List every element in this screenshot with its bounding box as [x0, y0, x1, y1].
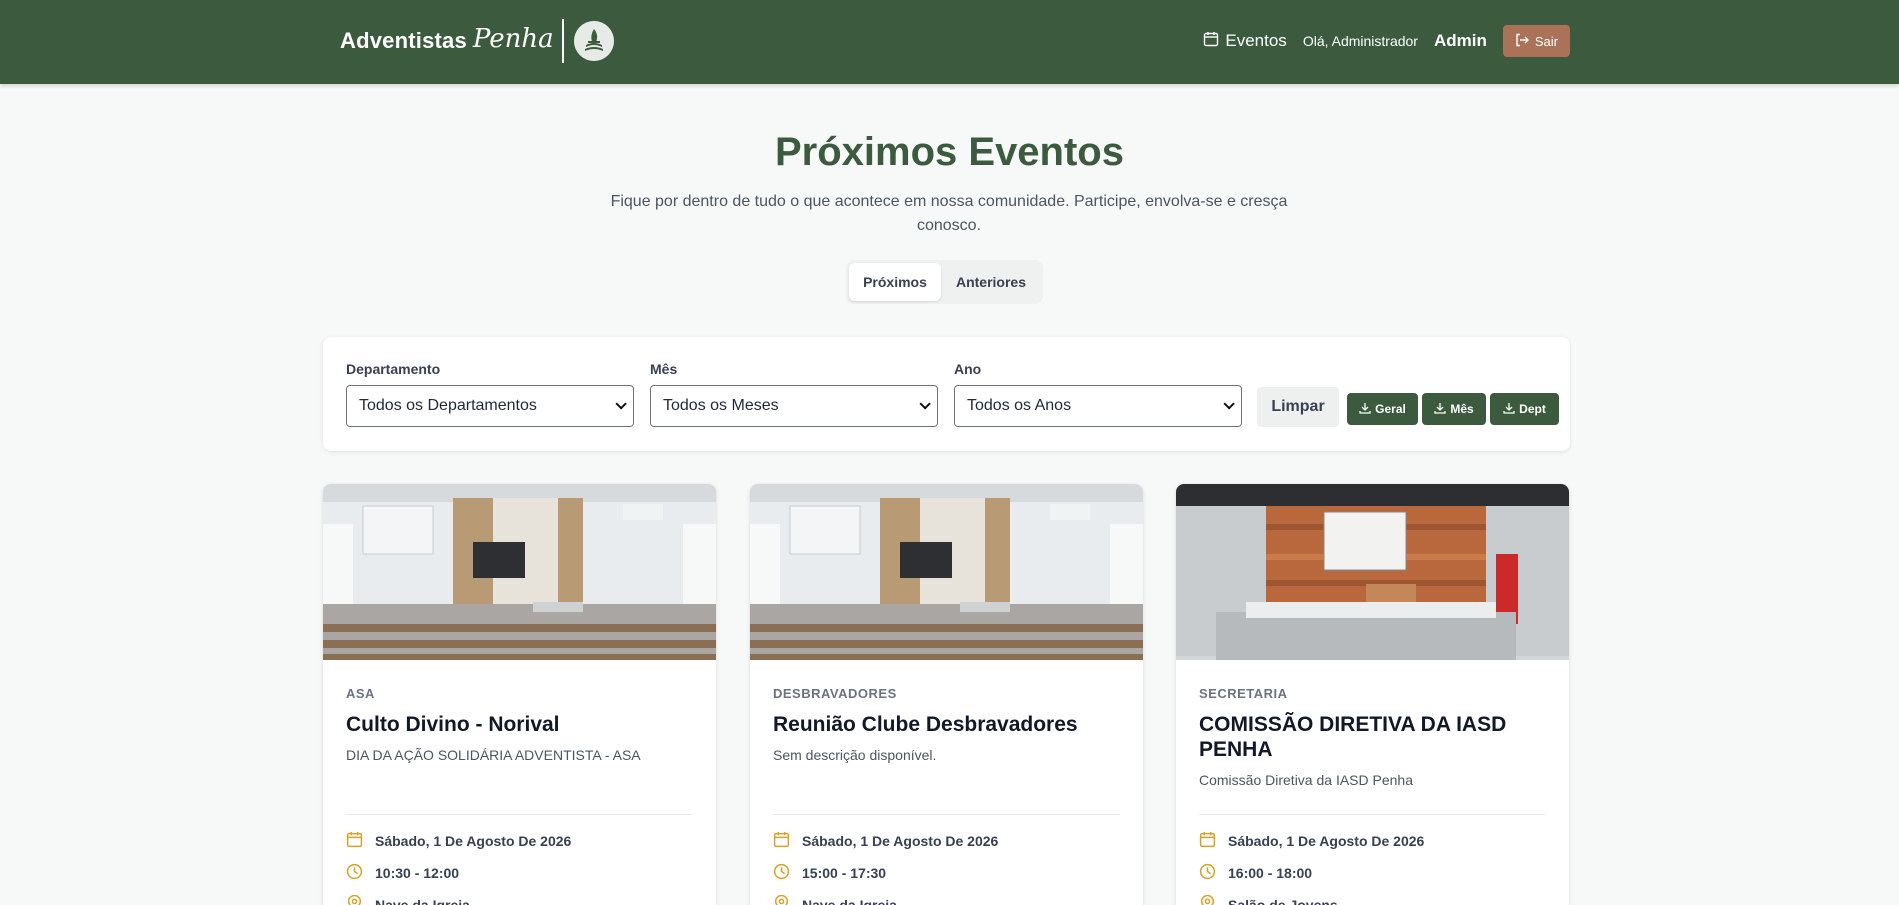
clock-icon [1199, 863, 1216, 883]
download-dept-button[interactable]: Dept [1490, 393, 1559, 425]
event-card[interactable]: DESBRAVADORES Reunião Clube Desbravadore… [750, 484, 1143, 905]
tab-past[interactable]: Anteriores [943, 263, 1039, 301]
chevron-down-icon [615, 398, 627, 410]
event-time: 15:00 - 17:30 [773, 863, 886, 883]
map-pin-icon [773, 894, 790, 905]
calendar-icon [1199, 831, 1216, 851]
download-general-label: Geral [1375, 402, 1406, 416]
nav-admin-link[interactable]: Admin [1434, 31, 1487, 51]
department-select[interactable]: Todos os Departamentos [346, 385, 634, 427]
month-select[interactable]: Todos os Meses [650, 385, 938, 427]
event-department: SECRETARIA [1199, 686, 1288, 701]
top-navbar: Adventistas Penha Eventos Olá, Administr… [0, 0, 1899, 84]
event-title: Culto Divino - Norival [346, 713, 560, 736]
logout-icon [1515, 33, 1529, 50]
clock-icon [773, 863, 790, 883]
event-time: 10:30 - 12:00 [346, 863, 459, 883]
year-select[interactable]: Todos os Anos [954, 385, 1242, 427]
download-icon [1359, 402, 1371, 417]
user-greeting: Olá, Administrador [1302, 33, 1418, 49]
adventist-logo-icon [573, 21, 614, 61]
page-subtitle: Fique por dentro de tudo o que acontece … [610, 193, 1288, 234]
filters-panel: Departamento Todos os Departamentos Mês … [323, 337, 1570, 451]
download-month-label: Mês [1450, 402, 1474, 416]
clock-icon [346, 863, 363, 883]
event-location-text: Nave da Igreja [375, 897, 470, 905]
department-filter: Departamento Todos os Departamentos [346, 361, 634, 427]
event-department: DESBRAVADORES [773, 686, 897, 701]
event-time-text: 16:00 - 18:00 [1228, 865, 1313, 881]
event-date: Sábado, 1 De Agosto De 2026 [346, 831, 571, 851]
event-card[interactable]: ASA Culto Divino - Norival DIA DA AÇÃO S… [323, 484, 716, 905]
month-filter-label: Mês [650, 361, 678, 377]
card-divider [773, 814, 1120, 815]
event-date-text: Sábado, 1 De Agosto De 2026 [1228, 833, 1425, 849]
event-time-text: 10:30 - 12:00 [375, 865, 460, 881]
year-select-value: Todos os Anos [967, 397, 1072, 414]
map-pin-icon [346, 894, 363, 905]
map-pin-icon [1199, 894, 1216, 905]
month-filter: Mês Todos os Meses [650, 361, 938, 427]
event-date-text: Sábado, 1 De Agosto De 2026 [375, 833, 572, 849]
event-location: Nave da Igreja [773, 894, 897, 905]
brand-script-name: Penha [472, 24, 554, 54]
event-period-tabs: Próximos Anteriores [846, 260, 1043, 304]
logout-button[interactable]: Sair [1502, 25, 1570, 57]
calendar-icon [773, 831, 790, 851]
event-date-text: Sábado, 1 De Agosto De 2026 [802, 833, 999, 849]
logout-label: Sair [1534, 33, 1558, 49]
event-title: Reunião Clube Desbravadores [773, 713, 1078, 736]
event-department: ASA [346, 686, 375, 701]
download-dept-label: Dept [1519, 402, 1546, 416]
chevron-down-icon [1223, 398, 1235, 410]
calendar-icon [346, 831, 363, 851]
brand-separator [561, 19, 564, 63]
event-description: Sem descrição disponível. [773, 747, 937, 763]
year-filter: Ano Todos os Anos [954, 361, 1242, 427]
nav-events-label: Eventos [1225, 31, 1287, 50]
download-icon [1503, 402, 1515, 417]
event-time: 16:00 - 18:00 [1199, 863, 1312, 883]
page-title: Próximos Eventos [774, 130, 1124, 174]
event-description: DIA DA AÇÃO SOLIDÁRIA ADVENTISTA - ASA [346, 747, 641, 763]
event-description: Comissão Diretiva da IASD Penha [1199, 772, 1413, 788]
event-location-text: Nave da Igreja [802, 897, 897, 905]
chevron-down-icon [919, 398, 931, 410]
event-image [750, 484, 1143, 660]
event-title: COMISSÃO DIRETIVA DA IASD PENHA [1199, 713, 1507, 761]
event-card[interactable]: SECRETARIA COMISSÃO DIRETIVA DA IASD PEN… [1176, 484, 1569, 905]
event-time-text: 15:00 - 17:30 [802, 865, 887, 881]
event-location-text: Salão de Jovens [1228, 897, 1338, 905]
card-divider [346, 814, 693, 815]
download-month-button[interactable]: Mês [1422, 393, 1486, 425]
calendar-icon [1203, 31, 1219, 52]
download-icon [1434, 402, 1446, 417]
tab-upcoming[interactable]: Próximos [849, 263, 941, 301]
department-select-value: Todos os Departamentos [359, 397, 537, 414]
download-general-button[interactable]: Geral [1347, 393, 1418, 425]
event-date: Sábado, 1 De Agosto De 2026 [1199, 831, 1424, 851]
event-location: Salão de Jovens [1199, 894, 1338, 905]
brand-logo-link[interactable]: Adventistas Penha [340, 18, 614, 64]
event-date: Sábado, 1 De Agosto De 2026 [773, 831, 998, 851]
event-location: Nave da Igreja [346, 894, 470, 905]
year-filter-label: Ano [954, 361, 982, 377]
event-image [1176, 484, 1569, 660]
event-image [323, 484, 716, 660]
month-select-value: Todos os Meses [663, 397, 779, 414]
nav-events-link[interactable]: Eventos [1203, 31, 1287, 52]
card-divider [1199, 814, 1546, 815]
brand-name: Adventistas [340, 28, 467, 53]
clear-filters-button[interactable]: Limpar [1257, 387, 1339, 427]
department-filter-label: Departamento [346, 361, 441, 377]
header-nav: Eventos Olá, Administrador Admin Sair [1203, 25, 1570, 57]
